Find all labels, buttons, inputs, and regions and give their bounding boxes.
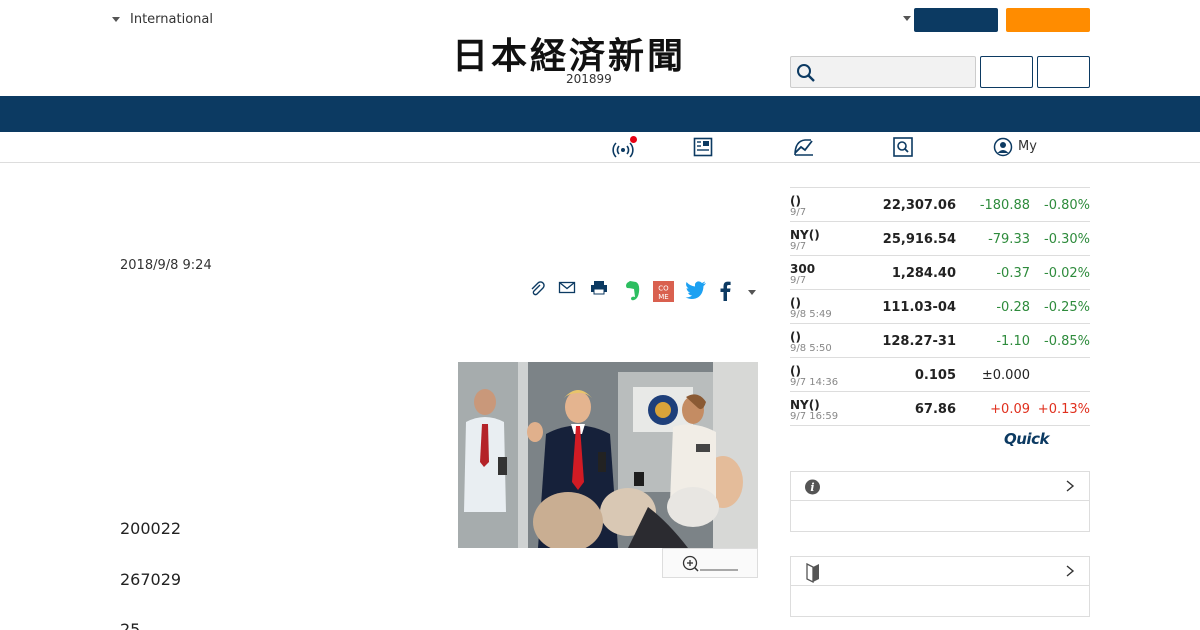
login-button[interactable] <box>980 56 1033 88</box>
language-label: International <box>130 12 213 27</box>
market-time: 9/7 16:59 <box>790 411 839 422</box>
info-panel: i <box>790 471 1090 532</box>
market-value: 128.27-31 <box>882 334 956 349</box>
market-row[interactable]: () 9/7 22,307.06 -180.88 -0.80% <box>790 188 1090 222</box>
user-icon[interactable] <box>993 137 1013 157</box>
market-change: -180.88 <box>979 198 1030 213</box>
subscribe-button[interactable] <box>914 8 998 32</box>
beginner-panel-header[interactable] <box>791 557 1089 586</box>
market-change: -0.37 <box>996 266 1030 281</box>
svg-text:ME: ME <box>658 293 668 301</box>
market-change: -0.28 <box>996 300 1030 315</box>
market-table: () 9/7 22,307.06 -180.88 -0.80% NY() 9/7… <box>790 187 1090 426</box>
market-name: () <box>790 296 801 310</box>
article-photo[interactable] <box>458 362 758 548</box>
market-change: -1.10 <box>996 334 1030 349</box>
header-date: 201899 <box>566 72 612 86</box>
info-panel-header[interactable]: i <box>791 472 1089 501</box>
info-icon: i <box>805 479 820 495</box>
article-date: 2018/9/8 9:24 <box>120 258 212 273</box>
trial-button[interactable] <box>1006 8 1090 32</box>
chevron-down-icon[interactable] <box>903 16 911 21</box>
chevron-right-icon <box>1066 480 1075 492</box>
article-paragraph-2: 267029 <box>120 570 182 589</box>
market-change: -79.33 <box>988 232 1030 247</box>
market-percent: -0.25% <box>1044 300 1090 315</box>
market-row[interactable]: 300 9/7 1,284.40 -0.37 -0.02% <box>790 256 1090 290</box>
market-value: 0.105 <box>914 368 956 383</box>
my-page-link[interactable]: My <box>1018 139 1037 154</box>
market-chart-icon[interactable] <box>793 137 815 157</box>
market-percent: -0.80% <box>1044 198 1090 213</box>
quick-logo[interactable]: Quick <box>1004 430 1049 448</box>
market-time: 9/8 5:49 <box>790 309 832 320</box>
market-name: () <box>790 194 801 208</box>
print-icon[interactable] <box>590 280 608 296</box>
language-selector[interactable]: International <box>112 12 213 27</box>
main-navigation-bar <box>0 96 1200 132</box>
search-icon <box>797 64 815 82</box>
market-row[interactable]: () 9/7 14:36 0.105 ±0.000 <box>790 358 1090 392</box>
newspaper-icon[interactable] <box>693 137 713 157</box>
svg-text:CO: CO <box>658 285 669 293</box>
clip-icon[interactable] <box>528 280 546 298</box>
market-value: 67.86 <box>914 402 956 417</box>
market-row[interactable]: () 9/8 5:49 111.03-04 -0.28 -0.25% <box>790 290 1090 324</box>
market-value: 111.03-04 <box>882 300 956 315</box>
zoom-in-icon <box>682 555 738 572</box>
come-icon[interactable]: CO ME <box>653 281 674 302</box>
market-change: +0.09 <box>990 402 1030 417</box>
market-change: ±0.000 <box>981 368 1030 383</box>
svg-text:i: i <box>810 481 814 494</box>
market-percent: -0.02% <box>1044 266 1090 281</box>
chevron-right-icon <box>1066 565 1075 577</box>
notification-dot <box>630 136 637 143</box>
mail-icon[interactable] <box>558 280 576 296</box>
register-button[interactable] <box>1037 56 1090 88</box>
market-name: NY() <box>790 228 820 242</box>
press-scene-image <box>458 362 758 548</box>
market-time: 9/7 <box>790 207 807 218</box>
market-percent: -0.30% <box>1044 232 1090 247</box>
market-time: 9/7 <box>790 241 807 252</box>
market-value: 22,307.06 <box>882 198 956 213</box>
facebook-icon[interactable] <box>718 280 732 302</box>
search-magnifier-icon[interactable] <box>893 137 913 157</box>
market-percent: -0.85% <box>1044 334 1090 349</box>
market-name: () <box>790 330 801 344</box>
beginner-mark-icon <box>806 563 819 583</box>
beginner-panel <box>790 556 1090 617</box>
market-time: 9/8 5:50 <box>790 343 832 354</box>
market-time: 9/7 14:36 <box>790 377 839 388</box>
market-percent: +0.13% <box>1037 402 1090 417</box>
twitter-icon[interactable] <box>685 280 707 300</box>
market-value: 1,284.40 <box>891 266 956 281</box>
evernote-icon[interactable] <box>622 280 642 302</box>
market-time: 9/7 <box>790 275 807 286</box>
search-input[interactable] <box>790 56 976 88</box>
sub-navigation: My <box>0 132 1200 163</box>
chevron-down-icon <box>112 17 120 22</box>
more-caret-icon[interactable] <box>748 290 756 295</box>
market-name: NY() <box>790 398 820 412</box>
market-row[interactable]: NY() 9/7 25,916.54 -79.33 -0.30% <box>790 222 1090 256</box>
market-name: () <box>790 364 801 378</box>
article-paragraph-1: 200022 <box>120 519 182 538</box>
zoom-button[interactable] <box>662 548 758 578</box>
market-name: 300 <box>790 262 816 276</box>
article-paragraph-3: 25 <box>120 620 141 630</box>
market-row[interactable]: () 9/8 5:50 128.27-31 -1.10 -0.85% <box>790 324 1090 358</box>
market-row[interactable]: NY() 9/7 16:59 67.86 +0.09 +0.13% <box>790 392 1090 426</box>
market-value: 25,916.54 <box>882 232 956 247</box>
